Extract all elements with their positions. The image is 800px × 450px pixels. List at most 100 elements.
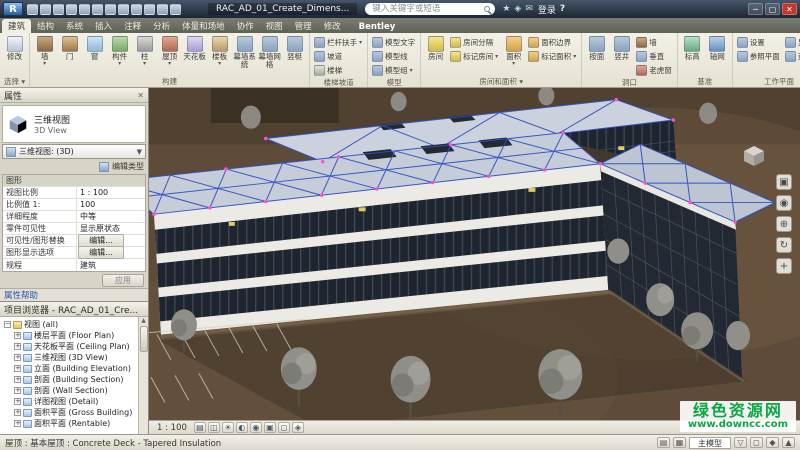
- set-workplane-button[interactable]: 设置: [735, 36, 782, 49]
- ramp-button[interactable]: 坡道: [312, 50, 364, 63]
- floor-button[interactable]: 楼板▾: [207, 35, 232, 76]
- tab-建筑[interactable]: 建筑: [2, 19, 31, 33]
- modify-button[interactable]: 修改: [2, 35, 27, 76]
- panel-label[interactable]: 基准: [679, 76, 731, 87]
- search-input[interactable]: [370, 3, 481, 15]
- tab-系统[interactable]: 系统: [60, 19, 89, 33]
- sun-path-icon[interactable]: ☀: [222, 422, 234, 433]
- expander-icon[interactable]: +: [14, 365, 21, 372]
- model-group-button[interactable]: 模型组▾: [370, 64, 417, 77]
- design-option-select[interactable]: 主模型: [689, 437, 731, 449]
- orbit-icon[interactable]: ↻: [776, 237, 792, 253]
- tab-插入[interactable]: 插入: [89, 19, 118, 33]
- unlock-3d-icon[interactable]: ◈: [292, 422, 304, 433]
- tab-体量和场地[interactable]: 体量和场地: [176, 19, 231, 33]
- expander-icon[interactable]: +: [14, 354, 21, 361]
- drawing-area[interactable]: ▣◉⊕↻+ 绿色资源网 www.downcc.com 1 : 100 ▤◫☀◐◉…: [149, 88, 800, 434]
- stair-button[interactable]: 楼梯: [312, 64, 364, 77]
- communication-icon[interactable]: ✉: [524, 4, 534, 14]
- tag-icon[interactable]: [131, 4, 142, 15]
- tab-管理[interactable]: 管理: [289, 19, 318, 33]
- detail-level-icon[interactable]: ▤: [194, 422, 206, 433]
- steering-wheel-icon[interactable]: ◉: [776, 195, 792, 211]
- building-3d-model[interactable]: [149, 88, 800, 420]
- expander-icon[interactable]: +: [14, 376, 21, 383]
- save-icon[interactable]: [40, 4, 51, 15]
- app-logo-icon[interactable]: R: [3, 2, 23, 16]
- maximize-button[interactable]: ▢: [765, 3, 780, 15]
- shadows-icon[interactable]: ◐: [236, 422, 248, 433]
- dormer-button[interactable]: 老虎窗: [634, 64, 674, 77]
- browser-scrollbar[interactable]: ▲: [138, 317, 148, 434]
- expander-icon[interactable]: +: [14, 398, 21, 405]
- panel-label[interactable]: 模型: [369, 77, 419, 88]
- property-value[interactable]: 100: [77, 200, 145, 209]
- viewcube-icon[interactable]: ▣: [776, 174, 792, 190]
- tree-item[interactable]: +面积平面 (Gross Building): [2, 407, 138, 418]
- viewer-button[interactable]: 查看器: [783, 50, 800, 63]
- help-button[interactable]: ?: [560, 4, 565, 14]
- tree-item[interactable]: +三维视图 (3D View): [2, 352, 138, 363]
- show-workplane-button[interactable]: 显示: [783, 36, 800, 49]
- minimize-button[interactable]: ─: [748, 3, 763, 15]
- pan-icon[interactable]: +: [776, 258, 792, 274]
- crop-view-icon[interactable]: ▣: [264, 422, 276, 433]
- panel-label[interactable]: 工作平面: [734, 76, 800, 87]
- property-value[interactable]: 中等: [77, 211, 145, 222]
- area-boundary-button[interactable]: 面积边界: [526, 36, 578, 49]
- align-dimension-icon[interactable]: [118, 4, 129, 15]
- expander-icon[interactable]: +: [14, 387, 21, 394]
- project-browser-header[interactable]: 项目浏览器 - RAC_AD_01_Cre...: [0, 302, 148, 317]
- room-button[interactable]: 房间: [423, 35, 448, 76]
- sync-icon[interactable]: [53, 4, 64, 15]
- star-icon[interactable]: ★: [501, 4, 511, 14]
- expander-icon[interactable]: +: [14, 420, 21, 427]
- wall-button[interactable]: 墙▾: [32, 35, 57, 76]
- tree-item[interactable]: +剖面 (Building Section): [2, 374, 138, 385]
- model-text-button[interactable]: 模型文字: [370, 36, 417, 49]
- tree-item[interactable]: +楼层平面 (Floor Plan): [2, 330, 138, 341]
- grid-button[interactable]: 轴网: [705, 35, 730, 76]
- area-tag-button[interactable]: 标记面积▾: [526, 50, 578, 63]
- scrollbar-thumb[interactable]: [140, 326, 148, 352]
- section-icon[interactable]: [157, 4, 168, 15]
- tab-注释[interactable]: 注释: [118, 19, 147, 33]
- tab-视图[interactable]: 视图: [260, 19, 289, 33]
- tree-item[interactable]: +立面 (Building Elevation): [2, 363, 138, 374]
- property-value[interactable]: 显示原状态: [77, 223, 145, 234]
- 3d-view-icon[interactable]: [144, 4, 155, 15]
- door-button[interactable]: 门: [57, 35, 82, 76]
- railing-button[interactable]: 栏杆扶手▾: [312, 36, 364, 49]
- help-search-box[interactable]: [365, 3, 495, 15]
- tab-分析[interactable]: 分析: [147, 19, 176, 33]
- expander-icon[interactable]: +: [14, 409, 21, 416]
- sign-in-button[interactable]: 登录: [538, 3, 556, 16]
- tree-item[interactable]: +剖面 (Wall Section): [2, 385, 138, 396]
- mullion-button[interactable]: 竖梃: [282, 35, 307, 76]
- tab-协作[interactable]: 协作: [231, 19, 260, 33]
- scroll-up-icon[interactable]: ▲: [141, 317, 146, 324]
- properties-header[interactable]: 属性 ✕: [0, 88, 148, 103]
- thin-lines-icon[interactable]: [170, 4, 181, 15]
- select-arrow-icon[interactable]: ▲: [782, 437, 795, 448]
- tab-Bentley[interactable]: Bentley: [353, 21, 402, 33]
- panel-label[interactable]: 洞口: [583, 77, 676, 88]
- curtain-system-button[interactable]: 幕墙系统: [232, 35, 257, 76]
- expander-icon[interactable]: +: [14, 332, 21, 339]
- panel-label[interactable]: 选择 ▾: [1, 76, 28, 87]
- room-tag-button[interactable]: 标记房间▾: [448, 50, 500, 63]
- component-button[interactable]: 构件▾: [107, 35, 132, 76]
- render-icon[interactable]: ◉: [250, 422, 262, 433]
- window-button[interactable]: 窗: [82, 35, 107, 76]
- zoom-icon[interactable]: ⊕: [776, 216, 792, 232]
- type-selector[interactable]: 三维视图: (3D) ▼: [2, 144, 146, 159]
- model-line-button[interactable]: 模型线: [370, 50, 417, 63]
- scale-button[interactable]: 1 : 100: [153, 423, 191, 433]
- edit-type-button[interactable]: 编辑类型: [0, 159, 148, 174]
- opening-by-face-button[interactable]: 按面: [584, 35, 609, 77]
- panel-label[interactable]: 房间和面积 ▾: [422, 76, 580, 87]
- ceiling-button[interactable]: 天花板: [182, 35, 207, 76]
- worksets-icon[interactable]: ▤: [657, 437, 670, 448]
- open-icon[interactable]: [27, 4, 38, 15]
- property-value[interactable]: 1 : 100: [77, 188, 145, 197]
